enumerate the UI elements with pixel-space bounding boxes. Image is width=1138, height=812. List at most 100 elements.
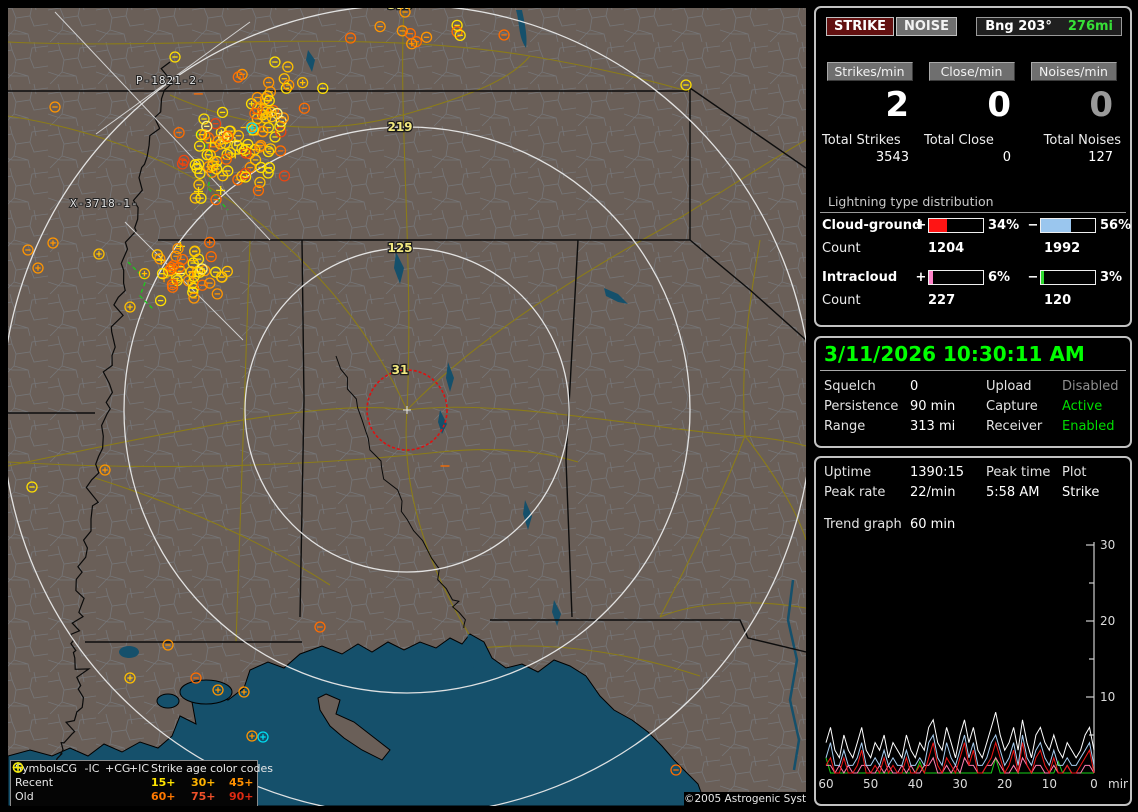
age-code-90: 90+ [229,789,254,803]
minus-sign: − [1027,269,1039,285]
old-cg-pos-icon [12,762,127,803]
close-column: Close/min 0 Total Close 0 [924,62,1019,165]
rate-counters: Strikes/min 2 Total Strikes 3543 Close/m… [816,62,1138,165]
squelch-label: Squelch [824,378,876,394]
trend-panel: Uptime 1390:15 Peak time Plot Peak rate … [814,456,1132,806]
old-ic-pos-icon [13,763,151,803]
plot-mode-value: Strike [1062,484,1100,500]
bearing-display: Bng 203° 276mi [976,17,1122,36]
persistence-value: 90 min [910,398,956,414]
legend-col-cg-pos: +CG [105,761,131,775]
recent-ic-neg-icon [13,766,105,789]
intracloud-label: Intracloud [822,269,898,285]
cg-minus-count: 1992 [1044,240,1081,256]
cloud-ground-row: Cloud-ground + 34% − 56% [816,213,1132,237]
lightning-distribution: Lightning type distribution Cloud-ground… [816,194,1132,311]
cg-minus-bar [1040,217,1096,233]
old-cg-neg-icon [12,762,79,803]
age-code-45: 45+ [229,775,254,789]
datetime-divider [820,370,1126,371]
datetime-block: 3/11/2026 10:30:11 AM [816,340,1130,371]
trend-graph: 10 20 30 60 50 40 30 20 10 0 min [818,538,1128,791]
cg-plus-bar [928,217,984,233]
distribution-header: Lightning type distribution [820,194,1126,213]
ring-label: 125 [387,241,412,255]
status-row: Squelch 0 Upload Disabled [816,376,1130,396]
ic-plus-count: 227 [928,292,956,308]
trend-graph-value: 60 min [910,516,956,532]
stats-row: Peak rate 22/min 5:58 AM Strike [816,482,1130,502]
recent-cg-neg-icon [12,762,79,789]
app-window: 31125219313P-1821-2-X-3718-1- Symbols -C… [0,0,1138,812]
total-strikes-label: Total Strikes [822,133,901,148]
range-value: 313 mi [910,418,956,434]
svg-text:min: min [1108,777,1128,791]
noises-per-min-value: 0 [1089,85,1113,125]
cg-minus-pct: 56% [1100,217,1132,233]
bearing-distance: 276mi [1067,19,1113,34]
status-panel: 3/11/2026 10:30:11 AM Squelch 0 Upload D… [814,336,1132,448]
peak-rate-value: 22/min [910,484,956,500]
strike-toggle-button[interactable]: STRIKE [826,17,895,36]
peak-time-value: 5:58 AM [986,484,1040,500]
age-code-30: 30+ [191,775,216,789]
svg-text:50: 50 [863,777,878,791]
trend-setting: Trend graph 60 min [816,514,1130,534]
svg-text:10: 10 [1042,777,1057,791]
noise-toggle-button[interactable]: NOISE [896,17,958,36]
status-rows: Squelch 0 Upload Disabled Persistence 90… [816,376,1130,436]
close-per-min-button[interactable]: Close/min [928,62,1015,81]
squelch-value: 0 [910,378,919,394]
legend-old-row: Old 60+ 75+ 90+ [11,762,257,803]
total-close-label: Total Close [924,133,994,148]
legend-col-ic-neg: -IC [84,761,100,775]
ic-count-label: Count [822,292,861,308]
uptime-value: 1390:15 [910,464,965,480]
legend-header-row: Symbols -CG -IC +CG +IC Strike age color… [11,761,273,775]
total-noises-value: 127 [1088,150,1113,165]
recent-ic-pos-icon [13,763,151,789]
total-strikes-value: 3543 [875,150,909,165]
uptime-label: Uptime [824,464,872,480]
minus-sign: − [1027,217,1039,233]
capture-label: Capture [986,398,1038,414]
age-code-60: 60+ [151,789,176,803]
status-row: Range 313 mi Receiver Enabled [816,416,1130,436]
cg-count-label: Count [822,240,861,256]
legend-recent-label: Recent [15,775,54,789]
cg-plus-count: 1204 [928,240,965,256]
svg-text:10: 10 [1100,690,1115,704]
ic-plus-pct: 6% [988,269,1011,285]
copyright-notice: ©2005 Astrogenic Systems [684,792,806,806]
svg-text:30: 30 [1100,538,1115,552]
strikes-per-min-button[interactable]: Strikes/min [826,62,913,81]
intracloud-count-row: Count 227 120 [816,289,1130,311]
legend-old-label: Old [15,789,34,803]
datetime-display: 3/11/2026 10:30:11 AM [824,342,1085,366]
stats-row: Uptime 1390:15 Peak time Plot [816,462,1130,482]
plus-sign: + [915,217,927,233]
peak-time-label: Peak time [986,464,1051,480]
map-legend: Symbols -CG -IC +CG +IC Strike age color… [10,760,273,806]
persistence-label: Persistence [824,398,899,414]
cg-plus-pct: 34% [988,217,1020,233]
legend-age-header: Strike age color codes [151,761,273,775]
plot-label: Plot [1062,464,1087,480]
close-per-min-value: 0 [987,85,1011,125]
map-canvas[interactable]: 31125219313P-1821-2-X-3718-1- [8,8,806,806]
svg-text:20: 20 [997,777,1012,791]
noises-per-min-button[interactable]: Noises/min [1030,62,1117,81]
map-viewport[interactable]: 31125219313P-1821-2-X-3718-1- Symbols -C… [8,8,806,806]
ring-label: 31 [392,363,409,377]
noises-column: Noises/min 0 Total Noises 127 [1026,62,1121,165]
upload-label: Upload [986,378,1032,394]
svg-text:0: 0 [1090,777,1098,791]
peak-rate-label: Peak rate [824,484,886,500]
receiver-value: Enabled [1062,418,1115,434]
status-row: Persistence 90 min Capture Active [816,396,1130,416]
recent-cg-pos-icon [12,762,127,789]
range-label: Range [824,418,866,434]
capture-value: Active [1062,398,1103,414]
trend-series-cg_positive [825,740,1095,775]
upload-value: Disabled [1062,378,1119,394]
